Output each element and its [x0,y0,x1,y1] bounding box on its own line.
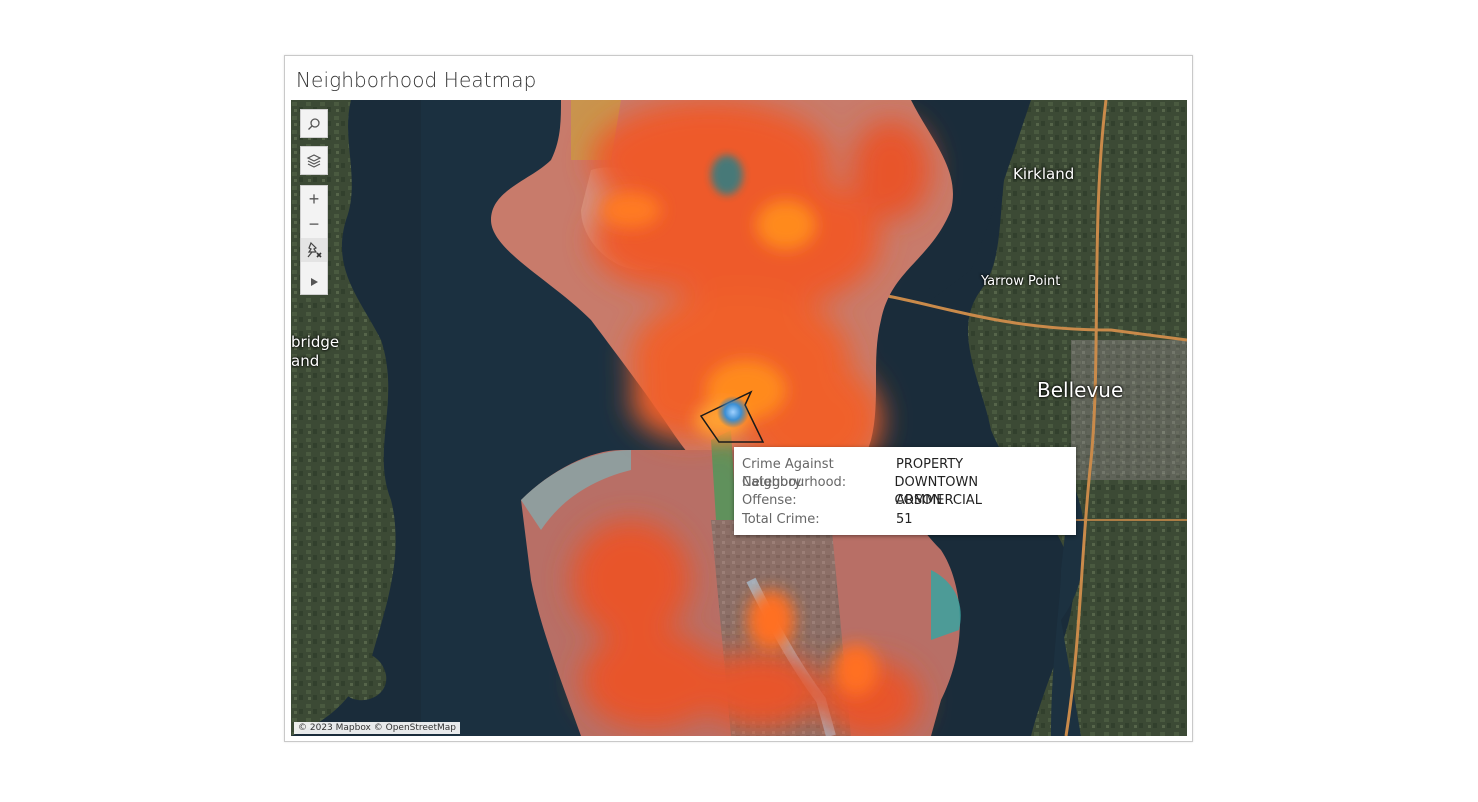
tooltip-key-category: Crime Against Category: [742,457,834,491]
map-base [291,100,1187,736]
search-icon [308,117,320,130]
tooltip-row: Neighbourhood: DOWNTOWN COMMERCIAL [742,474,1068,509]
zoom-out-button[interactable]: − [301,212,327,236]
map-search-button[interactable] [300,109,328,138]
map[interactable]: Kirkland Yarrow Point Bellevue bridge an… [291,100,1187,736]
zoom-in-button[interactable]: + [301,187,327,211]
tooltip-key-offense: Offense: [742,493,797,509]
play-icon [311,278,318,286]
pin-clear-icon [307,241,322,258]
layers-icon [306,153,322,168]
tooltip-row: Crime Against Category: PROPERTY [742,456,1068,491]
place-label-yarrow-point: Yarrow Point [981,274,1061,289]
map-layers-button[interactable] [300,146,328,175]
map-attribution[interactable]: © 2023 Mapbox © OpenStreetMap [294,722,460,734]
tooltip-value-category: PROPERTY [896,457,964,472]
tooltip-key-neighbourhood: Neighbourhood: [742,475,847,491]
expand-toolbar-button[interactable] [301,270,327,294]
map-zoom-controls: + − [300,185,328,295]
place-label-bainbridge-2: and [291,352,320,370]
clear-pin-button[interactable] [301,238,327,262]
tooltip-key-total-crime: Total Crime: [742,511,820,527]
tooltip-value-offense: ARSON [896,493,943,509]
tooltip-row: Total Crime: 51 [742,511,1068,529]
place-label-bellevue: Bellevue [1037,378,1124,402]
tooltip-row: Offense: ARSON [742,492,1068,510]
place-label-bainbridge-1: bridge [291,333,340,351]
dashboard-title: Neighborhood Heatmap [296,68,537,92]
tooltip-value-total-crime: 51 [896,511,913,527]
dashboard: Neighborhood Heatmap Kirkland Yarrow Poi… [284,55,1193,742]
place-label-kirkland: Kirkland [1013,165,1075,183]
map-tooltip: Crime Against Category: PROPERTY Neighbo… [734,447,1076,535]
tooltip-value-neighbourhood: DOWNTOWN COMMERCIAL [894,475,982,509]
